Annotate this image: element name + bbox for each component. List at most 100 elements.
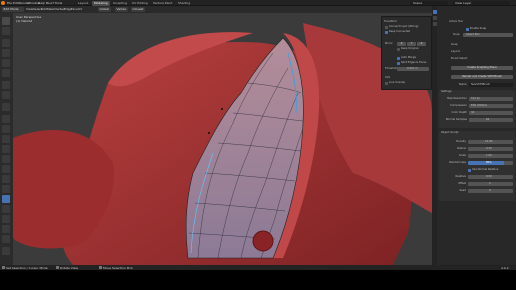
object-sculpt-header[interactable]: Object Sculpt <box>441 131 458 135</box>
keep-original-label: Keep Original <box>401 47 419 50</box>
rip-tool-icon[interactable] <box>2 215 10 223</box>
3d-viewport[interactable]: User Perspective (1) Helmet <box>13 13 432 265</box>
enable-snap-checkbox[interactable] <box>466 28 469 31</box>
mirror-label: Mirror <box>385 42 393 45</box>
settings-header[interactable]: Settings <box>441 90 452 94</box>
scene-name: Scene <box>413 1 423 5</box>
bsurfaces-tool-icon[interactable] <box>2 195 10 203</box>
rotate-tool-icon[interactable] <box>2 49 10 57</box>
uvs-label: UVs <box>385 76 391 79</box>
blender-window: { "topbar": { "menus": ["File", "Edit", … <box>0 0 516 290</box>
relative-value: 0.50 <box>486 175 492 178</box>
viewport-canvas[interactable] <box>13 13 432 265</box>
tab-sculpting[interactable]: Sculpting <box>111 1 129 6</box>
push-pull-tool-icon[interactable] <box>2 235 10 243</box>
menu-file[interactable]: File <box>7 1 12 5</box>
name-label: Name <box>459 83 467 86</box>
inset-tool-icon[interactable] <box>2 125 10 133</box>
keep-original-checkbox[interactable] <box>397 48 400 51</box>
tab-layout[interactable]: Layout <box>76 1 90 6</box>
mirror-y-button[interactable]: Y <box>407 42 416 46</box>
popup-title: Transform <box>384 20 397 23</box>
live-unwrap-checkbox[interactable] <box>385 82 388 85</box>
status-bar: Set Selection / Cursor Mode Rotate View … <box>0 265 516 270</box>
version-text: 4.0.2 <box>501 265 509 270</box>
measure-tool-icon[interactable] <box>2 91 10 99</box>
threshold-value: 0.001 m <box>407 67 418 70</box>
auto-merge-checkbox[interactable] <box>397 57 400 60</box>
scale-tool-icon[interactable] <box>2 59 10 67</box>
density-value: 10.00 <box>485 140 493 143</box>
settings-panel <box>439 90 515 128</box>
spin-tool-icon[interactable] <box>2 175 10 183</box>
brush-name-value: NewVDMBrush <box>471 83 491 86</box>
vertex-point <box>208 132 210 134</box>
tab-uv-editing[interactable]: UV Editing <box>130 1 150 6</box>
create-plane-button[interactable]: Create Sculpting Plane <box>451 66 513 70</box>
connect-input-label: Connect Input (Wiring) <box>389 25 419 28</box>
keep-connected-checkbox[interactable] <box>385 31 388 34</box>
tab-texture-paint[interactable]: Texture Paint <box>151 1 174 6</box>
loop-cut-tool-icon[interactable] <box>2 145 10 153</box>
transform-tool-icon[interactable] <box>2 69 10 77</box>
bevel-tool-icon[interactable] <box>2 135 10 143</box>
menu-bsurf[interactable]: Bsurf Tools <box>46 1 62 5</box>
scale-value: 1.00 <box>486 154 492 157</box>
snap-target[interactable]: Closest <box>131 7 145 12</box>
knife-tool-icon[interactable] <box>2 155 10 163</box>
shear-tool-icon[interactable] <box>2 205 10 213</box>
layout-label: Layout <box>451 50 460 53</box>
object-label: (1) Helmet <box>16 19 33 23</box>
snap-mode[interactable]: Vertex <box>115 7 128 12</box>
color-depth-value: 32 <box>471 111 475 114</box>
tool-tab-icon[interactable] <box>432 10 437 14</box>
options-label: Snap <box>451 43 458 46</box>
render-vdm-button[interactable]: Render and Create VDM Brush <box>451 75 513 79</box>
status-left-text: Set Selection / Cursor Mode <box>6 265 48 270</box>
annotate-tool-icon[interactable] <box>2 81 10 89</box>
add-cube-tool-icon[interactable] <box>2 103 10 111</box>
mirror-z-button[interactable]: Z <box>417 42 426 46</box>
menu-help[interactable]: Help <box>38 1 45 5</box>
live-unwrap-label: Live Unwrap <box>389 81 406 84</box>
split-edges-checkbox[interactable] <box>397 62 400 65</box>
transform-orientation[interactable]: Global <box>98 7 111 12</box>
view-tab-icon[interactable] <box>432 22 437 26</box>
edge-slide-tool-icon[interactable] <box>2 247 10 255</box>
density-label: Density <box>456 140 466 143</box>
tweak-tool-icon[interactable] <box>2 17 10 25</box>
connect-input-checkbox[interactable] <box>385 26 388 29</box>
normal-samples-field[interactable] <box>469 118 513 122</box>
relative-label: Relative <box>455 175 466 178</box>
color-depth-label: Color Depth <box>451 111 468 114</box>
view-layer-name: View Layer <box>455 1 472 5</box>
map-resolution-label: Map Resolution <box>447 97 467 100</box>
extrude-tool-icon[interactable] <box>2 115 10 123</box>
randomness-label: Randomness <box>449 161 466 164</box>
menu-edit[interactable]: Edit <box>13 1 19 5</box>
snap-label: Snap <box>453 33 460 36</box>
menu-add[interactable]: Add <box>41 7 47 11</box>
helmet-rivet <box>252 230 274 252</box>
shrink-fatten-tool-icon[interactable] <box>2 225 10 233</box>
radius-value: 0.35 <box>486 147 492 150</box>
tab-shading[interactable]: Shading <box>176 1 192 6</box>
cursor-tool-icon[interactable] <box>2 27 10 35</box>
mirror-x-button[interactable]: X <box>397 42 406 46</box>
poly-build-tool-icon[interactable] <box>2 165 10 173</box>
smooth-tool-icon[interactable] <box>2 185 10 193</box>
item-tab-icon[interactable] <box>432 16 437 20</box>
mode-dropdown[interactable]: Edit Mode <box>2 7 24 12</box>
brush-select-label: Brush Select <box>451 57 468 60</box>
blender-logo-icon[interactable] <box>1 1 5 5</box>
menu-uv[interactable]: UV <box>78 7 82 11</box>
menu-face[interactable]: Face <box>71 7 78 11</box>
color-depth-field[interactable] <box>469 111 513 115</box>
use-normal-checkbox[interactable] <box>468 169 471 172</box>
compression-label: Compression <box>450 104 467 107</box>
keep-connected-label: Keep Connected <box>389 30 411 33</box>
compression-value: EXR (DWAA) <box>471 104 488 107</box>
move-tool-icon[interactable] <box>2 39 10 47</box>
tab-modeling[interactable]: Modeling <box>92 0 110 6</box>
menu-mesh[interactable]: Mesh <box>47 7 55 11</box>
